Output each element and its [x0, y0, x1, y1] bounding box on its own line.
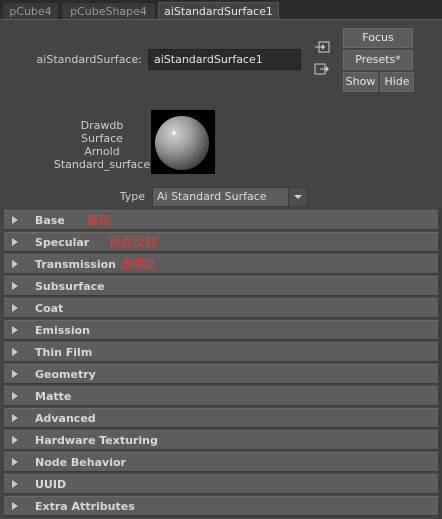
- section-node-behavior[interactable]: Node Behavior: [4, 452, 438, 472]
- swatch-label-line: Drawdb: [80, 119, 124, 132]
- shader-name-field[interactable]: aiStandardSurface1: [148, 49, 301, 70]
- section-annotation: 镜面反射: [109, 235, 158, 249]
- section-advanced[interactable]: Advanced: [4, 408, 438, 428]
- input-connection-icon[interactable]: [314, 40, 330, 54]
- section-label: Emission: [35, 324, 90, 337]
- section-label: Subsurface: [35, 280, 105, 293]
- expand-arrow-icon[interactable]: [12, 436, 18, 444]
- section-geometry[interactable]: Geometry: [4, 364, 438, 384]
- section-extra-attributes[interactable]: Extra Attributes: [4, 496, 438, 516]
- section-hardware-texturing[interactable]: Hardware Texturing: [4, 430, 438, 450]
- section-matte[interactable]: Matte: [4, 386, 438, 406]
- expand-arrow-icon[interactable]: [12, 502, 18, 510]
- type-label: Type: [119, 190, 145, 203]
- expand-arrow-icon[interactable]: [12, 238, 18, 246]
- section-label: UUID: [35, 478, 67, 491]
- swatch-label-line: Surface: [81, 132, 123, 145]
- swatch-label-line: Arnold: [84, 145, 120, 158]
- expand-arrow-icon[interactable]: [12, 480, 18, 488]
- section-label: Hardware Texturing: [35, 434, 158, 447]
- focus-button[interactable]: Focus: [343, 28, 413, 48]
- tab-pcubeshape4[interactable]: pCubeShape4: [61, 2, 156, 19]
- expand-arrow-icon[interactable]: [12, 392, 18, 400]
- section-base[interactable]: Base 基础: [4, 210, 438, 230]
- section-label: Specular: [35, 236, 90, 249]
- tab-aistandardsurface1[interactable]: aiStandardSurface1: [158, 2, 279, 19]
- section-annotation: 基础: [87, 213, 112, 227]
- expand-arrow-icon[interactable]: [12, 414, 18, 422]
- material-swatch[interactable]: [151, 110, 215, 174]
- hide-button[interactable]: Hide: [380, 72, 414, 92]
- section-annotation: 透明度: [120, 257, 157, 271]
- section-label: Transmission: [35, 258, 117, 271]
- presets-button[interactable]: Presets*: [343, 50, 413, 70]
- expand-arrow-icon[interactable]: [12, 326, 18, 334]
- section-coat[interactable]: Coat: [4, 298, 438, 318]
- section-label: Thin Film: [35, 346, 93, 359]
- section-label: Matte: [35, 390, 72, 403]
- section-thin-film[interactable]: Thin Film: [4, 342, 438, 362]
- section-label: Base: [35, 214, 65, 227]
- show-button[interactable]: Show: [343, 72, 378, 92]
- section-label: Coat: [35, 302, 64, 315]
- expand-arrow-icon[interactable]: [12, 260, 18, 268]
- section-subsurface[interactable]: Subsurface: [4, 276, 438, 296]
- tab-bar: pCube4 pCubeShape4 aiStandardSurface1: [0, 0, 442, 20]
- section-uuid[interactable]: UUID: [4, 474, 438, 494]
- section-label: Geometry: [35, 368, 96, 381]
- type-dropdown-value: Ai Standard Surface: [157, 190, 267, 203]
- section-label: Node Behavior: [35, 456, 126, 469]
- section-transmission[interactable]: Transmission 透明度: [4, 254, 438, 274]
- tab-pcube4[interactable]: pCube4: [2, 2, 59, 19]
- expand-arrow-icon[interactable]: [12, 370, 18, 378]
- section-specular[interactable]: Specular 镜面反射: [4, 232, 438, 252]
- section-label: Advanced: [35, 412, 96, 425]
- expand-arrow-icon[interactable]: [12, 304, 18, 312]
- expand-arrow-icon[interactable]: [12, 216, 18, 224]
- output-connection-icon[interactable]: [314, 62, 330, 76]
- expand-arrow-icon[interactable]: [12, 458, 18, 466]
- expand-arrow-icon[interactable]: [12, 282, 18, 290]
- section-emission[interactable]: Emission: [4, 320, 438, 340]
- section-label: Extra Attributes: [35, 500, 135, 513]
- dropdown-arrow-icon[interactable]: [288, 188, 307, 206]
- swatch-label-line: Standard_surface: [53, 158, 151, 171]
- shader-name-label: aiStandardSurface:: [36, 53, 142, 66]
- scrollbar[interactable]: [438, 207, 442, 519]
- type-dropdown[interactable]: Ai Standard Surface: [152, 187, 308, 207]
- swatch-classification: Drawdb Surface Arnold Standard_surface: [52, 119, 152, 171]
- expand-arrow-icon[interactable]: [12, 348, 18, 356]
